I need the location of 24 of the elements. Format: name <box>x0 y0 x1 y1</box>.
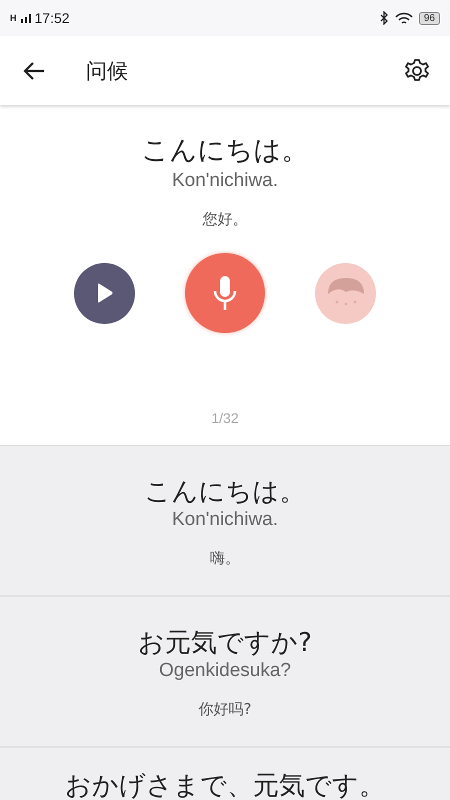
settings-button[interactable] <box>404 58 430 84</box>
phrase-text: お元気ですか? <box>138 627 312 660</box>
network-label: H <box>10 13 16 23</box>
translation-text: 嗨。 <box>210 549 240 568</box>
wifi-icon <box>394 12 413 24</box>
phrase-text: こんにちは。 <box>144 476 306 509</box>
page-counter: 1/32 <box>211 410 239 426</box>
romaji-text: Kon'nichiwa. <box>172 170 278 192</box>
battery-level: 96 <box>418 12 440 24</box>
settings-icon <box>404 58 430 84</box>
back-button[interactable] <box>22 60 46 80</box>
microphone-icon <box>213 275 237 311</box>
phrase-text: こんにちは。 <box>142 134 308 168</box>
microphone-button[interactable] <box>185 253 265 333</box>
clock-time: 17:52 <box>34 10 70 26</box>
bluetooth-icon <box>380 11 389 25</box>
screen-title: 问候 <box>86 58 128 84</box>
translation-text: 你好吗? <box>198 700 252 719</box>
back-arrow-icon <box>22 60 46 80</box>
signal-icon <box>20 13 30 23</box>
romaji-text: Ogenkidesuka? <box>158 660 292 682</box>
phrase-text: おかげさまで、元気です。 <box>65 770 385 800</box>
romaji-text: Kon'nichiwa. <box>172 509 278 531</box>
translation-text: 您好。 <box>202 210 248 229</box>
